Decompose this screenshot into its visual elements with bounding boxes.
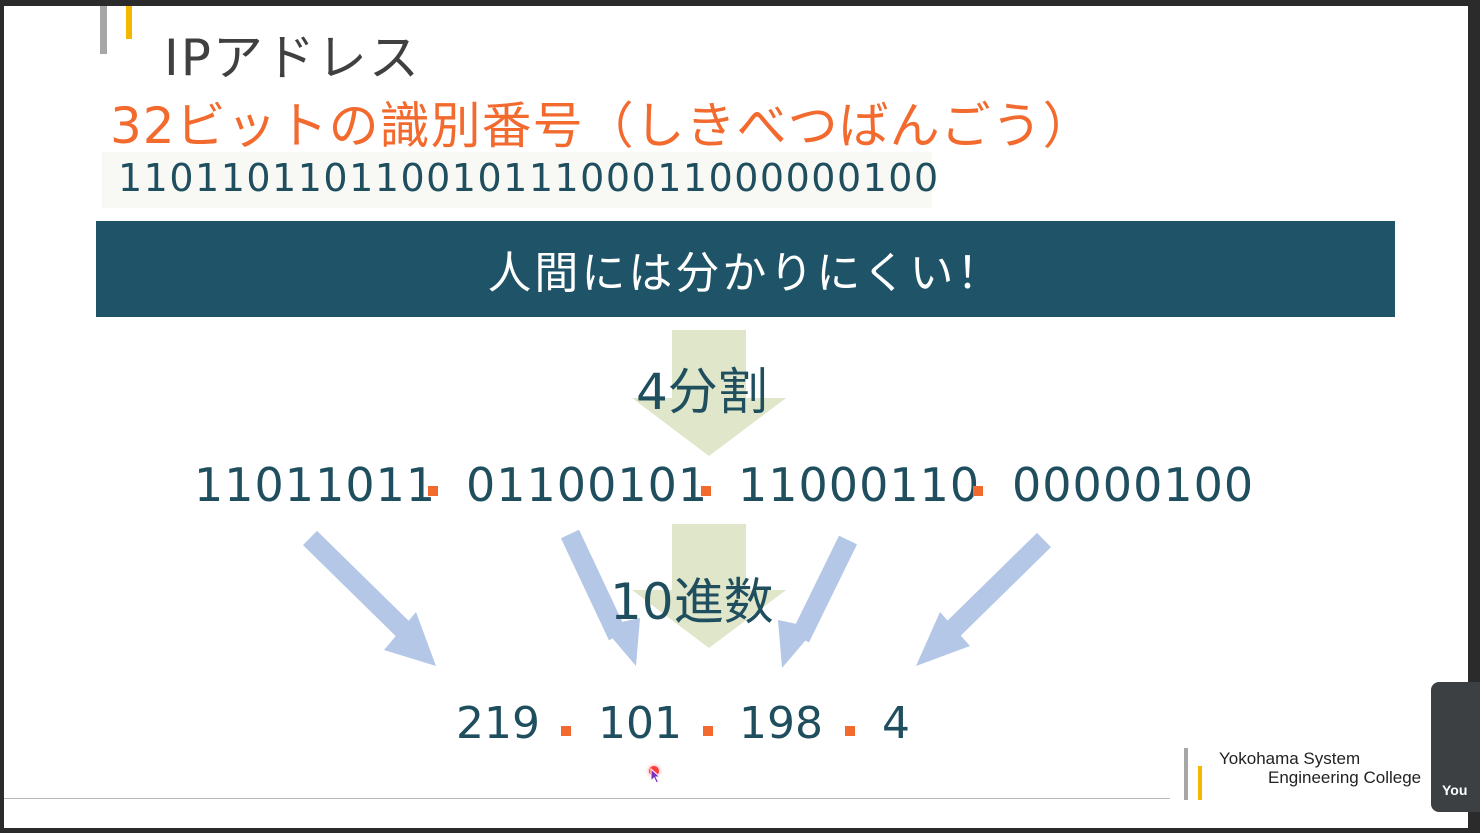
decimal-octet-1: 219 — [456, 698, 540, 749]
self-video-tile[interactable]: You — [1431, 682, 1480, 812]
decimal-octet-2: 101 — [598, 698, 682, 749]
mouse-cursor-icon — [650, 768, 662, 784]
diagonal-arrow-icon — [302, 530, 424, 650]
diagonal-arrow-icon — [791, 535, 857, 643]
college-logo-line1: Yokohama System — [1219, 749, 1361, 768]
diagonal-arrow-icon — [932, 532, 1052, 650]
presentation-slide: IPアドレス 32ビットの識別番号（しきべつばんごう） 110110110110… — [4, 6, 1468, 828]
footer-divider — [4, 798, 1170, 799]
participant-name-label: You — [1442, 782, 1468, 798]
octet-separator-dot — [703, 726, 713, 736]
college-logo-line2: Engineering College — [1268, 768, 1422, 787]
arrow-head — [778, 620, 816, 668]
decimal-octet-3: 198 — [739, 698, 823, 749]
octet-separator-dot — [845, 726, 855, 736]
octet-separator-dot — [561, 726, 571, 736]
conversion-arrows — [302, 529, 1052, 668]
step-label-decimal: 10進数 — [610, 573, 774, 631]
logo-accent-gold-bar — [1198, 766, 1202, 800]
logo-accent-gray-bar — [1184, 748, 1188, 800]
decimal-octet-4: 4 — [882, 698, 910, 749]
